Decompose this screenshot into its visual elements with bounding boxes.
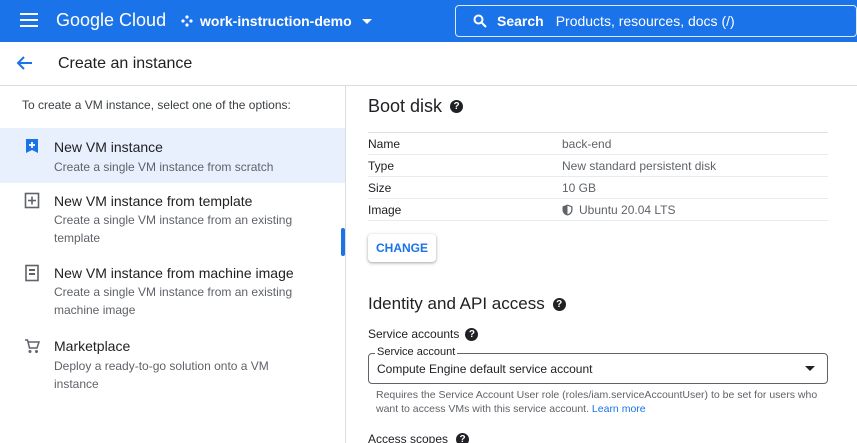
search-label: Search: [497, 13, 544, 29]
help-icon[interactable]: ?: [552, 297, 566, 311]
option-title: New VM instance from template: [54, 193, 253, 209]
brand-logo[interactable]: Google Cloud: [56, 9, 166, 31]
back-arrow-icon[interactable]: [16, 54, 34, 72]
project-name: work-instruction-demo: [200, 13, 352, 29]
select-value: Compute Engine default service account: [377, 362, 593, 376]
row-key: Image: [368, 203, 402, 217]
search-placeholder: Products, resources, docs (/): [555, 13, 735, 29]
option-description: Create a single VM instance from an exis…: [54, 285, 293, 317]
add-box-icon: [26, 139, 38, 153]
help-icon[interactable]: ?: [465, 327, 479, 341]
field-label: Service accounts: [368, 327, 460, 341]
section-title: Identity and API access: [368, 294, 545, 313]
option-title: New VM instance: [54, 139, 163, 155]
select-floating-label: Service account: [375, 346, 458, 358]
option-description: Create a single VM instance from an exis…: [54, 213, 293, 245]
option-new-vm-instance[interactable]: New VM instance Create a single VM insta…: [0, 128, 345, 183]
change-boot-disk-button[interactable]: CHANGE: [368, 234, 436, 262]
chevron-down-icon: [361, 18, 372, 24]
option-new-vm-from-template[interactable]: New VM instance from template Create a s…: [0, 184, 345, 254]
section-title: Boot disk: [368, 96, 443, 116]
instance-config-panel: Boot disk ? Name back-end Type New stand…: [346, 86, 857, 443]
option-description: Deploy a ready-to-go solution onto a VM …: [54, 359, 269, 391]
page-header: Create an instance: [0, 42, 857, 86]
shield-icon: [562, 204, 573, 216]
template-icon: [24, 192, 40, 209]
search-icon: [473, 14, 487, 28]
service-account-select[interactable]: Service account Compute Engine default s…: [368, 346, 828, 384]
project-hex-icon: [181, 15, 193, 27]
hamburger-menu-icon[interactable]: [20, 13, 38, 27]
page-title: Create an instance: [58, 55, 193, 72]
boot-disk-table: Name back-end Type New standard persiste…: [368, 132, 828, 221]
help-icon[interactable]: ?: [450, 100, 464, 113]
learn-more-link[interactable]: Learn more: [592, 403, 646, 415]
search-bar[interactable]: Search Products, resources, docs (/): [455, 5, 857, 37]
option-new-vm-from-machine-image[interactable]: New VM instance from machine image Creat…: [0, 256, 345, 326]
boot-disk-heading: Boot disk ?: [368, 96, 464, 117]
dropdown-arrow-icon: [805, 366, 815, 371]
row-value: New standard persistent disk: [562, 159, 717, 173]
table-row: Type New standard persistent disk: [368, 155, 828, 177]
scrollbar-thumb[interactable]: [341, 228, 345, 256]
option-title: New VM instance from machine image: [54, 265, 294, 281]
field-label: Access scopes: [368, 432, 449, 443]
option-marketplace[interactable]: Marketplace Deploy a ready-to-go solutio…: [0, 329, 345, 391]
machine-image-icon: [25, 264, 39, 282]
table-row: Size 10 GB: [368, 177, 828, 199]
option-description: Create a single VM instance from scratch: [54, 160, 274, 174]
help-icon[interactable]: ?: [456, 432, 470, 443]
option-title: Marketplace: [54, 338, 131, 354]
access-scopes-label: Access scopes ?: [368, 432, 470, 443]
options-intro: To create a VM instance, select one of t…: [22, 98, 291, 112]
row-value: back-end: [562, 137, 612, 151]
row-value-image: Ubuntu 20.04 LTS: [562, 203, 676, 217]
identity-heading: Identity and API access ?: [368, 294, 566, 314]
table-row: Image Ubuntu 20.04 LTS: [368, 199, 828, 221]
cart-icon: [25, 339, 40, 353]
project-selector[interactable]: work-instruction-demo: [180, 9, 372, 33]
table-row: Name back-end: [368, 133, 828, 155]
top-bar: Google Cloud work-instruction-demo Searc…: [0, 0, 857, 42]
instance-options-panel: To create a VM instance, select one of t…: [0, 86, 346, 443]
row-key: Size: [368, 181, 392, 195]
image-name: Ubuntu 20.04 LTS: [579, 203, 676, 217]
row-value: 10 GB: [562, 181, 597, 195]
service-accounts-label: Service accounts ?: [368, 327, 479, 341]
row-key: Name: [368, 137, 401, 151]
row-key: Type: [368, 159, 395, 173]
service-account-hint: Requires the Service Account User role (…: [376, 388, 826, 416]
